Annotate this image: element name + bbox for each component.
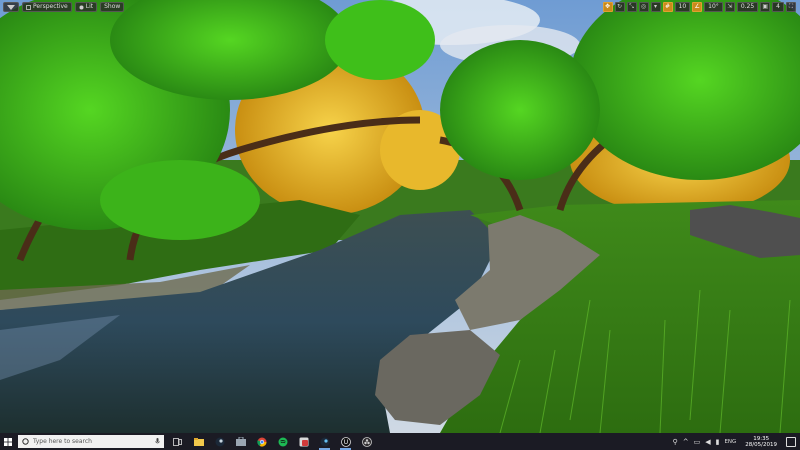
start-button[interactable] xyxy=(0,433,16,450)
world-local-icon[interactable]: ◎ xyxy=(638,2,649,12)
spotify-icon[interactable] xyxy=(275,433,290,450)
grid-snap-value[interactable]: 10 xyxy=(674,2,691,12)
task-view-icon[interactable] xyxy=(170,433,185,450)
cortana-icon xyxy=(22,438,29,445)
app-red-icon[interactable] xyxy=(296,433,311,450)
viewport-toolbar-right: ✥ ↻ ⤡ ◎ ▾ # 10 ∠ 10° ⇲ 0.25 ▣ 4 ⛶ xyxy=(602,2,796,12)
pinned-apps: U xyxy=(170,433,374,450)
rotation-snap-icon[interactable]: ∠ xyxy=(692,2,703,12)
battery-icon[interactable]: ▮ xyxy=(716,438,720,446)
green-tree-foliage xyxy=(325,0,435,80)
grid-snap-icon[interactable]: # xyxy=(662,2,673,12)
chevron-down-icon xyxy=(7,4,15,10)
system-tray: ⚲ ^ ▭ ◀ ▮ ENG 19:35 28/05/2019 xyxy=(673,433,800,450)
scene-render[interactable] xyxy=(0,0,800,433)
windows-logo-icon xyxy=(4,437,12,446)
taskbar-search-box[interactable]: Type here to search xyxy=(18,435,164,448)
network-icon[interactable]: ▭ xyxy=(694,438,701,446)
store-icon[interactable] xyxy=(233,433,248,450)
obs-icon[interactable] xyxy=(359,433,374,450)
translate-tool-icon[interactable]: ✥ xyxy=(602,2,613,12)
lit-button[interactable]: Lit xyxy=(74,2,98,12)
search-placeholder: Type here to search xyxy=(33,438,92,445)
perspective-button[interactable]: Perspective xyxy=(22,2,72,12)
scale-snap-value[interactable]: 0.25 xyxy=(736,2,759,12)
language-indicator[interactable]: ENG xyxy=(724,439,736,445)
volume-icon[interactable]: ◀ xyxy=(705,438,710,446)
camera-speed-icon[interactable]: ▣ xyxy=(760,2,771,12)
scale-tool-icon[interactable]: ⤡ xyxy=(626,2,637,12)
chrome-icon[interactable] xyxy=(254,433,269,450)
maximize-viewport-icon[interactable]: ⛶ xyxy=(786,2,796,12)
show-hidden-icons-chevron-up-icon[interactable]: ^ xyxy=(683,438,689,446)
lightbulb-icon xyxy=(79,5,84,9)
viewport-toolbar-left: Perspective Lit Show xyxy=(3,2,125,12)
show-button[interactable]: Show xyxy=(100,2,125,12)
level-viewport[interactable]: Perspective Lit Show ✥ ↻ ⤡ ◎ ▾ # 10 ∠ 10… xyxy=(0,0,800,433)
steam-2-icon[interactable] xyxy=(317,433,332,450)
unreal-engine-icon[interactable]: U xyxy=(338,433,353,450)
green-tree-foliage xyxy=(440,40,600,180)
lit-label: Lit xyxy=(85,3,94,10)
svg-text:U: U xyxy=(343,439,347,446)
steam-icon[interactable] xyxy=(212,433,227,450)
cube-icon xyxy=(26,4,31,10)
clock[interactable]: 19:35 28/05/2019 xyxy=(745,436,777,448)
camera-speed-value[interactable]: 4 xyxy=(772,2,784,12)
viewport-options-button[interactable] xyxy=(3,2,19,12)
scale-snap-icon[interactable]: ⇲ xyxy=(724,2,735,12)
people-icon[interactable]: ⚲ xyxy=(673,438,678,446)
perspective-label: Perspective xyxy=(33,3,68,10)
green-tree-foliage xyxy=(100,160,260,240)
show-label: Show xyxy=(104,3,121,10)
action-center-icon[interactable] xyxy=(786,436,796,447)
taskbar: Type here to search U ⚲ ^ ▭ ◀ ▮ ENG 19:3… xyxy=(0,433,800,450)
surface-snap-icon[interactable]: ▾ xyxy=(650,2,661,12)
file-explorer-icon[interactable] xyxy=(191,433,206,450)
clock-date: 28/05/2019 xyxy=(745,441,777,448)
rotate-tool-icon[interactable]: ↻ xyxy=(614,2,625,12)
rotation-snap-value[interactable]: 10° xyxy=(704,2,723,12)
microphone-icon[interactable] xyxy=(155,438,160,445)
